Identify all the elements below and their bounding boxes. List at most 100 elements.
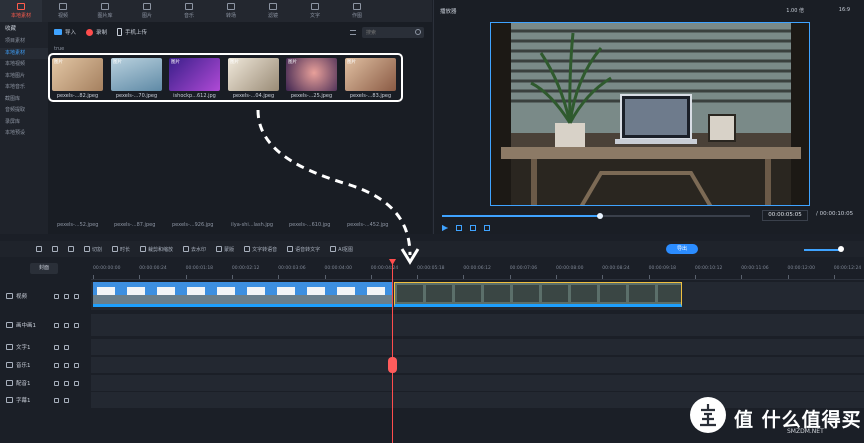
speech-to-text-button[interactable]: 语音转文字 <box>287 246 320 253</box>
nav-item-local-image[interactable]: 本地图片 <box>0 71 48 83</box>
tab-filter[interactable]: 滤镜 <box>252 0 294 22</box>
lock-icon[interactable] <box>54 380 59 386</box>
preview-scrubber[interactable] <box>442 213 750 219</box>
speaker-icon[interactable] <box>74 293 79 299</box>
zoom-select[interactable]: 1.00 倍 <box>786 7 804 14</box>
tab-video[interactable]: 视频 <box>42 0 84 22</box>
lock-icon[interactable] <box>54 362 59 368</box>
phone-upload-button[interactable]: 手机上传 <box>117 28 147 36</box>
file-name[interactable]: pexels-...452.jpg <box>347 222 388 228</box>
file-name[interactable]: pexels-...52.jpeg <box>57 222 98 228</box>
prev-frame-icon[interactable] <box>470 225 476 231</box>
subtitle-track-icon <box>6 397 13 403</box>
tab-label: 作图 <box>351 13 362 19</box>
tab-label: 视频 <box>57 13 68 19</box>
stop-icon[interactable] <box>456 225 462 231</box>
lock-icon[interactable] <box>54 397 59 403</box>
speaker-icon[interactable] <box>74 380 79 386</box>
delete-button[interactable] <box>36 246 42 252</box>
scrubber-handle[interactable] <box>597 213 603 219</box>
eye-icon[interactable] <box>64 344 69 350</box>
file-name[interactable]: ilya-shi...lash.jpg <box>231 222 273 228</box>
video-clip-selected[interactable] <box>394 282 682 307</box>
ai-cutout-button[interactable]: AI抠图 <box>330 246 353 253</box>
folder-icon <box>54 29 62 35</box>
eye-icon[interactable] <box>64 397 69 403</box>
tab-music[interactable]: 音乐 <box>168 0 210 22</box>
tool-label: 蒙版 <box>224 246 235 253</box>
timeline-ruler[interactable]: 00:00:00:00 00:00:00:24 00:00:01:18 00:00:0… <box>91 258 864 280</box>
file-name[interactable]: pexels-...87.jpeg <box>114 222 155 228</box>
timeline-zoom-slider[interactable] <box>804 249 840 251</box>
eye-icon[interactable] <box>64 322 69 328</box>
play-icon[interactable] <box>442 225 448 231</box>
split-button[interactable]: 切割 <box>84 246 102 253</box>
nav-item-presets[interactable]: 本地预设 <box>0 128 48 140</box>
speaker-icon[interactable] <box>74 322 79 328</box>
tab-transition[interactable]: 转场 <box>210 0 252 22</box>
search-icon[interactable] <box>415 29 421 35</box>
nav-item-local-video[interactable]: 本地视频 <box>0 59 48 71</box>
nav-item-recordings[interactable]: 录屏库 <box>0 117 48 129</box>
speaker-icon[interactable] <box>74 362 79 368</box>
pip-track-area[interactable] <box>91 314 864 336</box>
eye-icon[interactable] <box>64 293 69 299</box>
nav-item-local-media[interactable]: 本地素材 <box>0 47 48 59</box>
crop-icon <box>140 246 147 252</box>
text-to-speech-button[interactable]: 文字转语音 <box>244 246 277 253</box>
sort-icon[interactable] <box>350 30 356 35</box>
logo-glyph <box>691 398 725 432</box>
stt-icon <box>287 246 294 252</box>
timeline-zoom-handle[interactable] <box>838 246 844 252</box>
nav-item-screenshots[interactable]: 截图库 <box>0 94 48 106</box>
draw-icon <box>353 3 361 10</box>
track-header-subtitle: 字幕1 <box>0 392 91 408</box>
aspect-ratio-select[interactable]: 16:9 <box>839 7 850 13</box>
remove-watermark-button[interactable]: 去水印 <box>183 246 206 253</box>
eye-icon[interactable] <box>64 362 69 368</box>
nav-item-local-music[interactable]: 本地音乐 <box>0 82 48 94</box>
record-icon <box>86 28 94 36</box>
import-button[interactable]: 导入 <box>54 28 76 36</box>
tab-local-media[interactable]: 本地素材 <box>0 0 42 22</box>
crop-zoom-button[interactable]: 裁剪和缩放 <box>140 246 173 253</box>
music-icon <box>185 3 193 10</box>
tool-label: 文字转语音 <box>252 246 278 253</box>
tab-text[interactable]: 文字 <box>294 0 336 22</box>
music-track-area[interactable] <box>91 357 864 373</box>
export-button[interactable]: 导出 <box>666 244 698 254</box>
lock-icon[interactable] <box>54 293 59 299</box>
ruler-tick <box>787 275 789 279</box>
tab-image[interactable]: 图片 <box>126 0 168 22</box>
ruler-tick <box>463 275 465 279</box>
tool-label: 去水印 <box>191 246 207 253</box>
file-name[interactable]: pexels-...926.jpg <box>172 222 213 228</box>
ruler-tick-label: 00:00:05:18 <box>417 266 445 271</box>
duration-button[interactable]: 时长 <box>112 246 130 253</box>
voice-track-area[interactable] <box>91 375 864 391</box>
undo-button[interactable] <box>52 246 58 252</box>
file-name[interactable]: pexels-...610.jpg <box>289 222 330 228</box>
playhead-handle[interactable] <box>388 357 397 373</box>
watermark-icon <box>183 246 190 252</box>
mask-button[interactable]: 蒙版 <box>216 246 234 253</box>
lock-icon[interactable] <box>54 322 59 328</box>
cover-button[interactable]: 封面 <box>30 263 58 274</box>
nav-item-audio-extract[interactable]: 音频提取 <box>0 105 48 117</box>
lock-icon[interactable] <box>54 344 59 350</box>
record-button[interactable]: 录制 <box>86 28 107 36</box>
nav-item-project-media[interactable]: 项目素材 <box>0 36 48 48</box>
tab-label: 图片 <box>141 13 152 19</box>
tab-draw[interactable]: 作图 <box>336 0 378 22</box>
tab-image-library[interactable]: 图片库 <box>84 0 126 22</box>
next-frame-icon[interactable] <box>484 225 490 231</box>
video-clip[interactable] <box>93 282 393 307</box>
scrubber-progress <box>442 215 600 217</box>
text-track-area[interactable] <box>91 339 864 355</box>
pip-track-icon <box>6 322 13 328</box>
current-timecode[interactable]: 00:00:05:05 <box>762 210 808 221</box>
playhead-line[interactable] <box>392 262 393 443</box>
timeline-toolbar: 切割 时长 裁剪和缩放 去水印 蒙版 文字转语音 语音转文字 AI抠图 <box>0 241 864 257</box>
eye-icon[interactable] <box>64 380 69 386</box>
redo-button[interactable] <box>68 246 74 252</box>
